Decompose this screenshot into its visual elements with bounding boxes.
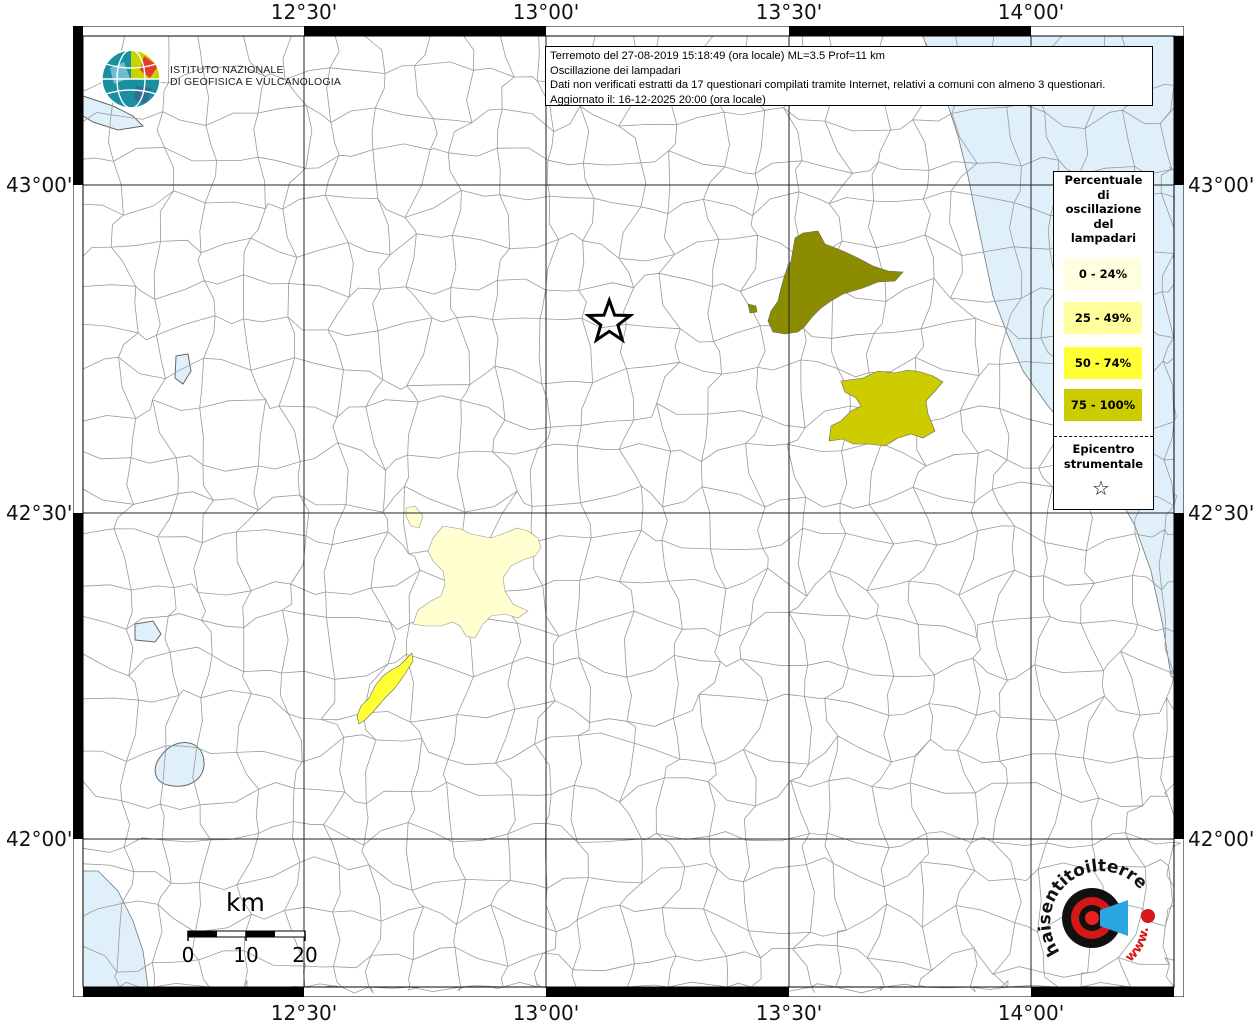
ingv-name-line2: DI GEOFISICA E VULCANOLOGIA	[170, 76, 341, 88]
legend-separator	[1054, 436, 1153, 437]
legend: Percentuale di oscillazione del lampadar…	[1053, 171, 1154, 510]
legend-epicenter-label: Epicentro strumentale	[1054, 442, 1153, 472]
legend-class-25-49: 25 - 49%	[1064, 302, 1142, 334]
ingv-name-line1: ISTITUTO NAZIONALE	[170, 64, 341, 76]
event-info-line3: Dati non verificati estratti da 17 quest…	[550, 78, 1148, 93]
lon-label-bottom-3: 13°30'	[756, 1001, 822, 1025]
legend-class-50-74: 50 - 74%	[1064, 347, 1142, 379]
legend-epicenter-line2: strumentale	[1054, 457, 1153, 472]
hst-question-icon	[1141, 909, 1155, 923]
lon-label-top-2: 13°00'	[513, 0, 579, 24]
lon-label-top-3: 13°30'	[756, 0, 822, 24]
legend-title-line1: Percentuale	[1054, 173, 1153, 188]
legend-class-0-24: 0 - 24%	[1064, 258, 1142, 290]
hst-target-core	[1085, 911, 1099, 925]
lon-label-top-4: 14°00'	[998, 0, 1064, 24]
lat-label-right-1: 43°00'	[1188, 173, 1254, 197]
legend-title-line2: di	[1054, 188, 1153, 203]
legend-epicenter-star-icon: ☆	[1092, 478, 1110, 498]
event-info-line2: Oscillazione dei lampadari	[550, 64, 1148, 79]
scale-tick-0: 0	[182, 943, 195, 967]
lat-label-left-1: 43°00'	[6, 173, 72, 197]
legend-class-75-100: 75 - 100%	[1064, 389, 1142, 421]
lat-label-right-3: 42°00'	[1188, 827, 1254, 851]
event-info-box: Terremoto del 27-08-2019 15:18:49 (ora l…	[545, 46, 1153, 106]
ingv-name: ISTITUTO NAZIONALE DI GEOFISICA E VULCAN…	[170, 64, 341, 88]
lat-label-left-2: 42°30'	[6, 501, 72, 525]
legend-title-line5: lampadari	[1054, 231, 1153, 246]
legend-title-line4: del	[1054, 217, 1153, 232]
lon-label-bottom-4: 14°00'	[998, 1001, 1064, 1025]
scale-tick-10: 10	[233, 943, 258, 967]
scale-unit: km	[226, 888, 265, 917]
scale-tick-20: 20	[292, 943, 317, 967]
ingv-globe-icon	[100, 48, 170, 110]
event-info-line1: Terremoto del 27-08-2019 15:18:49 (ora l…	[550, 49, 1148, 64]
lat-label-left-3: 42°00'	[6, 827, 72, 851]
lat-label-right-2: 42°30'	[1188, 501, 1254, 525]
lon-label-bottom-1: 12°30'	[271, 1001, 337, 1025]
legend-epicenter-line1: Epicentro	[1054, 442, 1153, 457]
legend-title-line3: oscillazione	[1054, 202, 1153, 217]
legend-title: Percentuale di oscillazione del lampadar…	[1054, 172, 1153, 246]
intensity-map	[73, 26, 1184, 997]
lon-label-bottom-2: 13°00'	[513, 1001, 579, 1025]
haisentito-logo: haisentitoilterremoto.it www.	[1030, 852, 1175, 977]
event-info-line4: Aggiornato il: 16-12-2025 20:00 (ora loc…	[550, 93, 1148, 108]
lon-label-top-1: 12°30'	[271, 0, 337, 24]
